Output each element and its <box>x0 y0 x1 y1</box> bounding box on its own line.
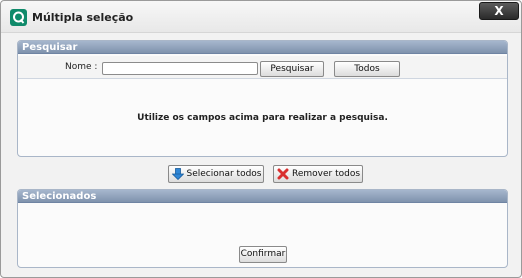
search-form-row: Nome : Pesquisar Todos <box>18 56 507 79</box>
titlebar[interactable]: Múltipla seleção X <box>1 1 521 33</box>
close-button[interactable]: X <box>479 2 519 20</box>
confirm-button[interactable]: Confirmar <box>239 246 287 263</box>
multi-select-dialog: Múltipla seleção X Pesquisar Nome : Pesq… <box>0 0 522 278</box>
select-all-label: Selecionar todos <box>186 169 262 179</box>
name-label: Nome : <box>65 62 98 72</box>
remove-all-label: Remover todos <box>291 169 361 179</box>
remove-all-button[interactable]: Remover todos <box>273 165 363 183</box>
search-info-message: Utilize os campos acima para realizar a … <box>137 113 388 123</box>
search-panel-header: Pesquisar <box>18 41 507 54</box>
selected-panel-header: Selecionados <box>18 190 507 203</box>
all-button[interactable]: Todos <box>334 61 400 77</box>
search-button[interactable]: Pesquisar <box>260 61 324 77</box>
search-panel: Pesquisar Nome : Pesquisar Todos Utilize… <box>17 40 508 157</box>
red-x-icon <box>277 168 289 180</box>
arrow-down-icon <box>171 168 185 181</box>
select-all-button[interactable]: Selecionar todos <box>168 165 264 183</box>
app-logo-icon <box>10 9 27 26</box>
name-input[interactable] <box>102 62 258 75</box>
window-title: Múltipla seleção <box>32 11 134 24</box>
